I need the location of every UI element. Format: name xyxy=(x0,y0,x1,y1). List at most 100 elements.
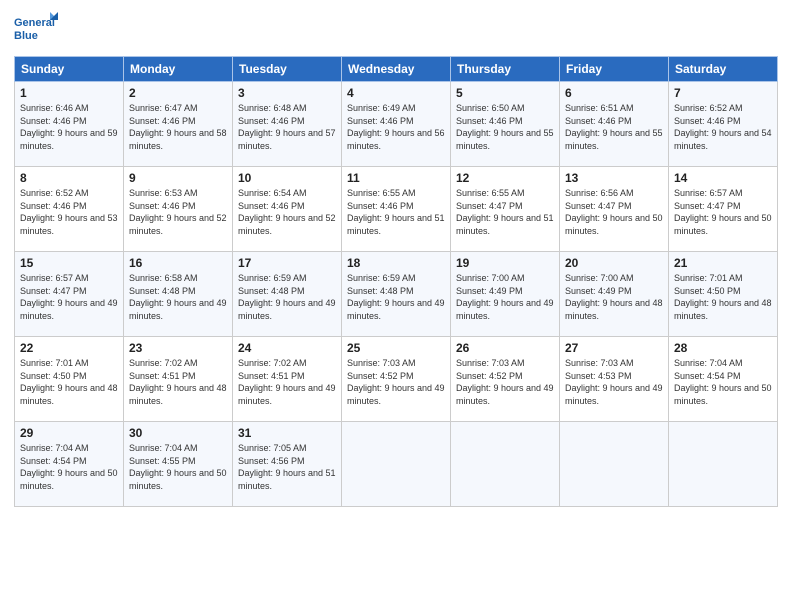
day-number: 7 xyxy=(674,86,772,100)
day-info: Sunrise: 7:04 AMSunset: 4:54 PMDaylight:… xyxy=(674,358,772,406)
day-info: Sunrise: 6:50 AMSunset: 4:46 PMDaylight:… xyxy=(456,103,554,151)
day-info: Sunrise: 6:55 AMSunset: 4:47 PMDaylight:… xyxy=(456,188,554,236)
calendar-cell xyxy=(669,422,778,507)
day-number: 3 xyxy=(238,86,336,100)
day-info: Sunrise: 7:00 AMSunset: 4:49 PMDaylight:… xyxy=(456,273,554,321)
svg-text:Blue: Blue xyxy=(14,30,38,42)
day-info: Sunrise: 7:02 AMSunset: 4:51 PMDaylight:… xyxy=(129,358,227,406)
calendar-cell: 2 Sunrise: 6:47 AMSunset: 4:46 PMDaylight… xyxy=(124,82,233,167)
calendar-cell: 18Sunrise: 6:59 AMSunset: 4:48 PMDayligh… xyxy=(342,252,451,337)
calendar-cell: 29 Sunrise: 7:04 AMSunset: 4:54 PMDayligh… xyxy=(15,422,124,507)
header: General Blue xyxy=(14,12,778,48)
day-info: Sunrise: 6:51 AMSunset: 4:46 PMDaylight:… xyxy=(565,103,663,151)
calendar-cell: 31Sunrise: 7:05 AMSunset: 4:56 PMDayligh… xyxy=(233,422,342,507)
day-info: Sunrise: 6:56 AMSunset: 4:47 PMDaylight:… xyxy=(565,188,663,236)
calendar-week-row: 15 Sunrise: 6:57 AMSunset: 4:47 PMDayligh… xyxy=(15,252,778,337)
calendar-cell: 11 Sunrise: 6:55 AMSunset: 4:46 PMDayligh… xyxy=(342,167,451,252)
weekday-header: Friday xyxy=(560,57,669,82)
day-number: 11 xyxy=(347,171,445,185)
day-number: 18 xyxy=(347,256,445,270)
day-info: Sunrise: 7:04 AMSunset: 4:54 PMDaylight:… xyxy=(20,443,118,491)
day-info: Sunrise: 6:58 AMSunset: 4:48 PMDaylight:… xyxy=(129,273,227,321)
day-info: Sunrise: 6:47 AMSunset: 4:46 PMDaylight:… xyxy=(129,103,227,151)
day-number: 14 xyxy=(674,171,772,185)
weekday-header: Wednesday xyxy=(342,57,451,82)
day-number: 24 xyxy=(238,341,336,355)
day-number: 20 xyxy=(565,256,663,270)
day-info: Sunrise: 7:03 AMSunset: 4:53 PMDaylight:… xyxy=(565,358,663,406)
calendar-table: SundayMondayTuesdayWednesdayThursdayFrid… xyxy=(14,56,778,507)
day-info: Sunrise: 6:49 AMSunset: 4:46 PMDaylight:… xyxy=(347,103,445,151)
day-number: 26 xyxy=(456,341,554,355)
calendar-cell: 8Sunrise: 6:52 AMSunset: 4:46 PMDaylight… xyxy=(15,167,124,252)
logo-svg: General Blue xyxy=(14,12,64,48)
calendar-cell: 10 Sunrise: 6:54 AMSunset: 4:46 PMDayligh… xyxy=(233,167,342,252)
day-number: 22 xyxy=(20,341,118,355)
day-number: 6 xyxy=(565,86,663,100)
day-info: Sunrise: 6:57 AMSunset: 4:47 PMDaylight:… xyxy=(20,273,118,321)
day-number: 12 xyxy=(456,171,554,185)
day-info: Sunrise: 6:55 AMSunset: 4:46 PMDaylight:… xyxy=(347,188,445,236)
calendar-cell: 12 Sunrise: 6:55 AMSunset: 4:47 PMDayligh… xyxy=(451,167,560,252)
calendar-cell xyxy=(560,422,669,507)
weekday-header: Tuesday xyxy=(233,57,342,82)
day-number: 29 xyxy=(20,426,118,440)
calendar-week-row: 1 Sunrise: 6:46 AMSunset: 4:46 PMDaylight… xyxy=(15,82,778,167)
calendar-cell: 23Sunrise: 7:02 AMSunset: 4:51 PMDayligh… xyxy=(124,337,233,422)
day-number: 30 xyxy=(129,426,227,440)
day-info: Sunrise: 6:52 AMSunset: 4:46 PMDaylight:… xyxy=(674,103,772,151)
calendar-cell: 4 Sunrise: 6:49 AMSunset: 4:46 PMDaylight… xyxy=(342,82,451,167)
calendar-week-row: 22 Sunrise: 7:01 AMSunset: 4:50 PMDayligh… xyxy=(15,337,778,422)
day-number: 4 xyxy=(347,86,445,100)
day-number: 16 xyxy=(129,256,227,270)
day-number: 13 xyxy=(565,171,663,185)
weekday-header: Thursday xyxy=(451,57,560,82)
weekday-header: Saturday xyxy=(669,57,778,82)
svg-text:General: General xyxy=(14,17,55,29)
calendar-cell: 14Sunrise: 6:57 AMSunset: 4:47 PMDayligh… xyxy=(669,167,778,252)
day-number: 19 xyxy=(456,256,554,270)
day-number: 1 xyxy=(20,86,118,100)
day-number: 2 xyxy=(129,86,227,100)
calendar-container: General Blue SundayMondayTuesdayWednesda… xyxy=(0,0,792,612)
day-number: 17 xyxy=(238,256,336,270)
calendar-cell: 22 Sunrise: 7:01 AMSunset: 4:50 PMDayligh… xyxy=(15,337,124,422)
day-number: 31 xyxy=(238,426,336,440)
calendar-cell: 21Sunrise: 7:01 AMSunset: 4:50 PMDayligh… xyxy=(669,252,778,337)
calendar-cell: 17 Sunrise: 6:59 AMSunset: 4:48 PMDayligh… xyxy=(233,252,342,337)
calendar-cell: 27 Sunrise: 7:03 AMSunset: 4:53 PMDayligh… xyxy=(560,337,669,422)
calendar-cell: 6 Sunrise: 6:51 AMSunset: 4:46 PMDaylight… xyxy=(560,82,669,167)
day-info: Sunrise: 6:59 AMSunset: 4:48 PMDaylight:… xyxy=(238,273,336,321)
day-number: 9 xyxy=(129,171,227,185)
weekday-header: Sunday xyxy=(15,57,124,82)
day-number: 5 xyxy=(456,86,554,100)
day-info: Sunrise: 6:54 AMSunset: 4:46 PMDaylight:… xyxy=(238,188,336,236)
day-info: Sunrise: 6:48 AMSunset: 4:46 PMDaylight:… xyxy=(238,103,336,151)
calendar-cell: 9 Sunrise: 6:53 AMSunset: 4:46 PMDaylight… xyxy=(124,167,233,252)
day-info: Sunrise: 6:46 AMSunset: 4:46 PMDaylight:… xyxy=(20,103,118,151)
day-info: Sunrise: 7:02 AMSunset: 4:51 PMDaylight:… xyxy=(238,358,336,406)
day-number: 10 xyxy=(238,171,336,185)
calendar-cell: 16 Sunrise: 6:58 AMSunset: 4:48 PMDayligh… xyxy=(124,252,233,337)
calendar-cell: 25Sunrise: 7:03 AMSunset: 4:52 PMDayligh… xyxy=(342,337,451,422)
day-info: Sunrise: 7:00 AMSunset: 4:49 PMDaylight:… xyxy=(565,273,663,321)
calendar-cell: 19 Sunrise: 7:00 AMSunset: 4:49 PMDayligh… xyxy=(451,252,560,337)
calendar-cell: 30 Sunrise: 7:04 AMSunset: 4:55 PMDayligh… xyxy=(124,422,233,507)
weekday-header: Monday xyxy=(124,57,233,82)
day-info: Sunrise: 6:53 AMSunset: 4:46 PMDaylight:… xyxy=(129,188,227,236)
calendar-cell xyxy=(342,422,451,507)
calendar-cell: 13 Sunrise: 6:56 AMSunset: 4:47 PMDayligh… xyxy=(560,167,669,252)
calendar-cell: 3 Sunrise: 6:48 AMSunset: 4:46 PMDaylight… xyxy=(233,82,342,167)
day-info: Sunrise: 7:04 AMSunset: 4:55 PMDaylight:… xyxy=(129,443,227,491)
day-number: 25 xyxy=(347,341,445,355)
calendar-cell: 26 Sunrise: 7:03 AMSunset: 4:52 PMDayligh… xyxy=(451,337,560,422)
day-number: 27 xyxy=(565,341,663,355)
calendar-week-row: 8Sunrise: 6:52 AMSunset: 4:46 PMDaylight… xyxy=(15,167,778,252)
day-number: 28 xyxy=(674,341,772,355)
calendar-cell: 1 Sunrise: 6:46 AMSunset: 4:46 PMDaylight… xyxy=(15,82,124,167)
day-number: 15 xyxy=(20,256,118,270)
calendar-week-row: 29 Sunrise: 7:04 AMSunset: 4:54 PMDayligh… xyxy=(15,422,778,507)
day-info: Sunrise: 7:01 AMSunset: 4:50 PMDaylight:… xyxy=(20,358,118,406)
calendar-cell xyxy=(451,422,560,507)
day-info: Sunrise: 7:03 AMSunset: 4:52 PMDaylight:… xyxy=(456,358,554,406)
